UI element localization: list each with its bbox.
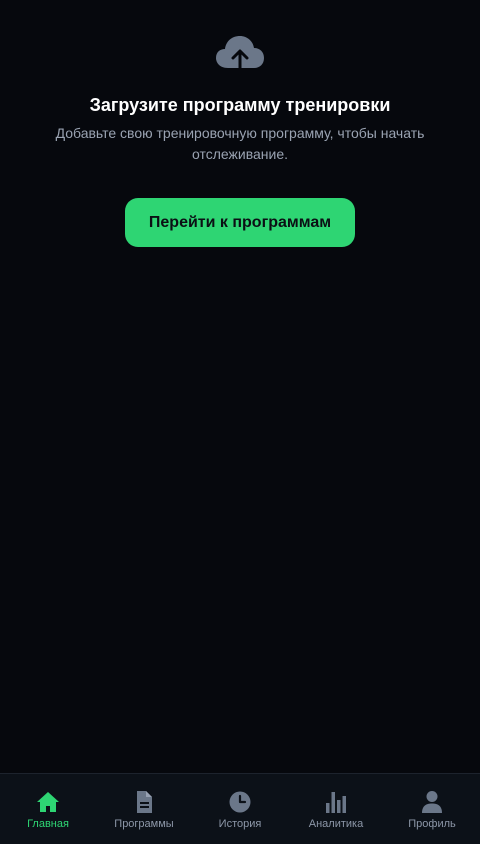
empty-state-subtitle: Добавьте свою тренировочную программу, ч… (55, 125, 425, 162)
user-icon (422, 791, 442, 813)
nav-item-history[interactable]: История (192, 774, 288, 831)
home-icon (37, 792, 59, 812)
bar-chart-icon (326, 792, 346, 813)
cloud-upload-icon (216, 36, 264, 76)
nav-label-history: История (218, 818, 262, 830)
nav-label-programs: Программы (114, 818, 174, 830)
empty-state-title: Загрузите программу тренировки (89, 95, 391, 115)
clock-icon (229, 791, 251, 813)
nav-item-home[interactable]: Главная (0, 774, 96, 831)
app-screen: Загрузите программу тренировки Добавьте … (0, 0, 480, 844)
nav-item-programs[interactable]: Программы (96, 774, 192, 831)
document-icon (137, 791, 152, 813)
empty-state: Загрузите программу тренировки Добавьте … (0, 0, 480, 247)
nav-label-home: Главная (27, 818, 69, 830)
nav-item-analytics[interactable]: Аналитика (288, 774, 384, 831)
go-to-programs-button[interactable]: Перейти к программам (125, 198, 355, 247)
nav-label-analytics: Аналитика (308, 818, 364, 830)
nav-item-profile[interactable]: Профиль (384, 774, 480, 831)
nav-label-profile: Профиль (408, 818, 456, 830)
bottom-nav: Главная Программы История Аналитика Проф… (0, 773, 480, 844)
